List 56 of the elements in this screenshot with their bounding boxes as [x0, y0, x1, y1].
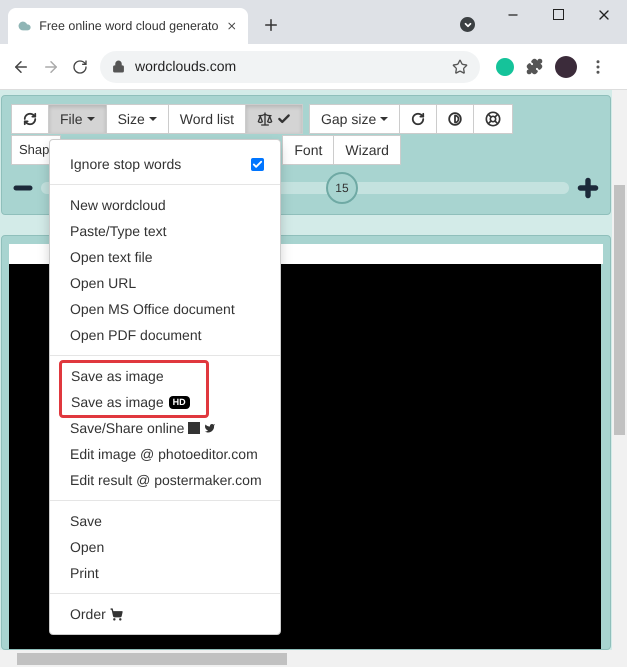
- toolbar-button[interactable]: Size: [106, 104, 169, 134]
- menu-item[interactable]: Open URL: [70, 270, 280, 296]
- menu-item[interactable]: Ignore stop words: [70, 151, 280, 177]
- lock-icon: [112, 60, 125, 73]
- toolbar-button[interactable]: [11, 104, 49, 134]
- menu-item[interactable]: Open MS Office document: [70, 296, 280, 322]
- redo-icon: [411, 112, 426, 126]
- toolbar-button[interactable]: [399, 104, 438, 134]
- extensions-icon[interactable]: [526, 58, 543, 75]
- address-bar[interactable]: wordclouds.com: [100, 50, 480, 82]
- menu-item[interactable]: Open PDF document: [70, 322, 280, 348]
- caret-icon: [380, 117, 388, 121]
- check-icon: [277, 112, 291, 126]
- menu-item[interactable]: Edit image @ photoeditor.com: [70, 441, 280, 467]
- new-tab-icon[interactable]: [262, 16, 280, 34]
- menu-item[interactable]: Open text file: [70, 244, 280, 270]
- scale-icon: [257, 111, 273, 127]
- menu-item[interactable]: Edit result @ postermaker.com: [70, 467, 280, 493]
- caret-icon: [86, 117, 95, 121]
- refresh-icon: [23, 112, 37, 126]
- menu-item[interactable]: Save as image HD: [71, 389, 206, 415]
- toolbar-button[interactable]: [473, 104, 514, 134]
- toolbar-button[interactable]: Wizard: [333, 135, 401, 165]
- menu-item[interactable]: Order: [70, 601, 280, 627]
- toolbar-button[interactable]: Gap size: [309, 104, 400, 134]
- browser-tab[interactable]: Free online word cloud generato: [8, 8, 248, 44]
- toolbar-button[interactable]: [245, 104, 303, 134]
- caret-icon: [148, 117, 157, 121]
- menu-item[interactable]: Save/Share online: [70, 415, 280, 441]
- toolbar-button[interactable]: Word list: [168, 104, 246, 134]
- checkbox[interactable]: [251, 158, 264, 170]
- vertical-scrollbar[interactable]: [612, 90, 627, 650]
- reload-icon[interactable]: [72, 58, 88, 74]
- plus-icon[interactable]: [575, 175, 601, 201]
- toolbar-button[interactable]: [436, 104, 474, 134]
- menu-item[interactable]: Paste/Type text: [70, 218, 280, 244]
- toolbar-button[interactable]: Font: [282, 135, 334, 165]
- maximize-icon[interactable]: [553, 9, 564, 20]
- bookmark-star-icon[interactable]: [452, 58, 468, 74]
- twitter-icon: [204, 422, 216, 434]
- hd-badge: HD: [168, 396, 190, 408]
- menu-item[interactable]: Save as image: [71, 363, 206, 389]
- contrast-icon: [448, 112, 462, 126]
- menu-item[interactable]: Open: [70, 534, 280, 560]
- tab-title: Free online word cloud generato: [39, 18, 218, 35]
- lifebuoy-icon: [485, 111, 502, 127]
- slider-thumb[interactable]: 15: [326, 172, 358, 204]
- toolbar-button[interactable]: File: [48, 104, 107, 134]
- address-text: wordclouds.com: [135, 57, 238, 76]
- menu-item[interactable]: Print: [70, 560, 280, 586]
- avatar-icon[interactable]: [555, 56, 577, 78]
- horizontal-scrollbar[interactable]: [0, 650, 627, 667]
- tab-search-icon[interactable]: [460, 17, 475, 32]
- menu-item[interactable]: Save: [70, 508, 280, 534]
- menu-item[interactable]: New wordcloud: [70, 192, 280, 218]
- cart-icon: [110, 608, 123, 620]
